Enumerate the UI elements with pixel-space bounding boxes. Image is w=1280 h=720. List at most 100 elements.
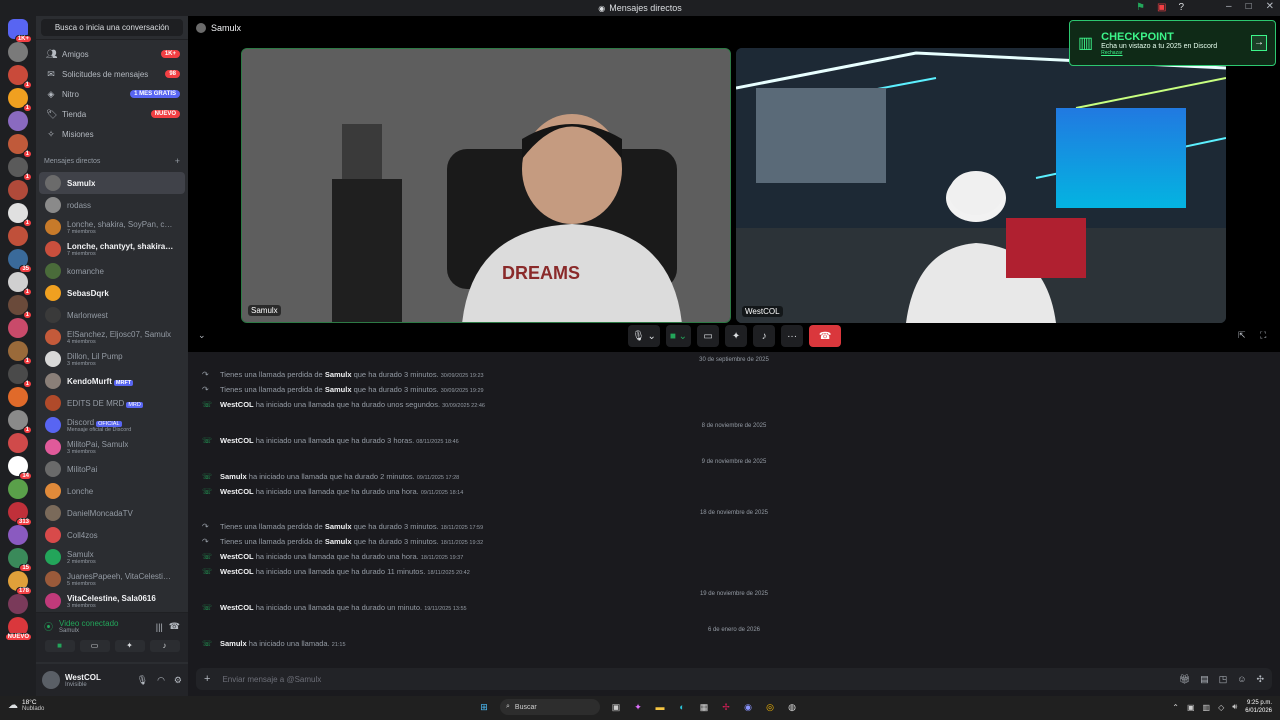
- call-log-user[interactable]: WestCOL: [220, 436, 254, 445]
- collapse-icon[interactable]: ⌄: [198, 330, 206, 341]
- call-log-user[interactable]: Samulx: [325, 537, 352, 546]
- screen-share-control[interactable]: ▭: [697, 325, 720, 347]
- gift-icon[interactable]: 🎁︎: [1179, 674, 1190, 685]
- call-log-user[interactable]: WestCOL: [220, 400, 254, 409]
- server-icon[interactable]: 35: [8, 249, 32, 273]
- gear-icon[interactable]: ⚙: [174, 675, 182, 686]
- obs-icon[interactable]: ◍: [786, 701, 798, 713]
- chrome-icon[interactable]: ◎: [764, 701, 776, 713]
- call-log-user[interactable]: WestCOL: [220, 552, 254, 561]
- dm-item[interactable]: Lonche, shakira, SoyPan, cha... 7 miembro…: [39, 216, 185, 238]
- server-icon[interactable]: 1K+: [8, 19, 32, 43]
- gif-icon[interactable]: ▤: [1200, 674, 1209, 685]
- server-icon[interactable]: [8, 42, 28, 62]
- nav-item-nitro[interactable]: ◈ Nitro 1 MES GRATIS: [36, 84, 188, 104]
- headphones-icon[interactable]: ◠: [157, 675, 165, 686]
- server-icon[interactable]: 14: [8, 456, 32, 480]
- task-view-icon[interactable]: ▣: [610, 701, 622, 713]
- inbox-icon[interactable]: ▣: [1157, 2, 1166, 13]
- server-icon[interactable]: 178: [8, 571, 32, 595]
- dm-item[interactable]: MilitoPai, Samulx 3 miembros: [39, 436, 185, 458]
- call-log-user[interactable]: Samulx: [325, 370, 352, 379]
- add-dm-icon[interactable]: +: [175, 156, 180, 166]
- nav-item-amigos[interactable]: 👥︎ Amigos 1K+: [36, 44, 188, 64]
- call-log-user[interactable]: WestCOL: [220, 487, 254, 496]
- dm-item[interactable]: Samulx: [39, 172, 185, 194]
- server-icon[interactable]: 15: [8, 548, 32, 572]
- popout-icon[interactable]: ⇱: [1238, 330, 1246, 341]
- dm-item[interactable]: Marlonwest: [39, 304, 185, 326]
- nav-item-tienda[interactable]: 🏷︎ Tienda NUEVO: [36, 104, 188, 124]
- dm-item[interactable]: rodass: [39, 194, 185, 216]
- dm-item[interactable]: Discord OFICIAL Mensaje oficial de Discord: [39, 414, 185, 436]
- call-log-user[interactable]: Samulx: [325, 522, 352, 531]
- call-log-user[interactable]: Samulx: [220, 639, 247, 648]
- volume-icon[interactable]: 🔊︎: [1232, 702, 1237, 712]
- dm-item[interactable]: MilitoPai: [39, 458, 185, 480]
- flag-icon[interactable]: ⚑: [1136, 2, 1145, 13]
- edge-icon[interactable]: ◐: [676, 701, 688, 713]
- file-explorer-icon[interactable]: ▬: [654, 701, 666, 713]
- server-icon[interactable]: [8, 525, 28, 545]
- close-button[interactable]: ✕: [1266, 1, 1274, 12]
- microphone-icon[interactable]: 🎙︎: [137, 675, 148, 686]
- discord-taskbar-icon[interactable]: ◉: [742, 701, 754, 713]
- server-icon[interactable]: 1: [8, 364, 32, 388]
- promo-go-button[interactable]: →: [1251, 35, 1267, 51]
- attach-icon[interactable]: +: [204, 673, 210, 685]
- disconnect-icon[interactable]: ☎: [169, 621, 180, 632]
- dm-item[interactable]: komanche: [39, 260, 185, 282]
- dm-item[interactable]: JuanesPapeeh, VitaCelestine,... 5 miembro…: [39, 568, 185, 590]
- soundboard-control[interactable]: ♪: [753, 325, 776, 347]
- fullscreen-icon[interactable]: ⛶: [1260, 330, 1266, 341]
- server-icon[interactable]: [8, 318, 28, 338]
- dm-item[interactable]: ElSanchez, Eljosc07, Samulx 4 miembros: [39, 326, 185, 348]
- server-icon[interactable]: [8, 226, 28, 246]
- server-icon[interactable]: [8, 180, 28, 200]
- dm-item[interactable]: Dillon, Lil Pump 3 miembros: [39, 348, 185, 370]
- dm-item[interactable]: Samulx 2 miembros: [39, 546, 185, 568]
- minimize-button[interactable]: –: [1226, 1, 1232, 12]
- network-icon[interactable]: ◇: [1218, 703, 1224, 712]
- voice-status[interactable]: Video conectado: [59, 619, 150, 628]
- server-icon[interactable]: [8, 479, 28, 499]
- server-icon[interactable]: [8, 111, 28, 131]
- weather-widget[interactable]: ☁ 18°C Nublado: [8, 699, 44, 712]
- server-icon[interactable]: 1: [8, 157, 32, 181]
- call-log-user[interactable]: WestCOL: [220, 603, 254, 612]
- tray-app-icon[interactable]: ▣: [1187, 703, 1195, 712]
- slack-icon[interactable]: ✢: [720, 701, 732, 713]
- server-icon[interactable]: 1: [8, 341, 32, 365]
- more-options-button[interactable]: ···: [781, 325, 804, 347]
- help-icon[interactable]: ?: [1178, 2, 1184, 13]
- apps-icon[interactable]: ✣: [1256, 674, 1264, 685]
- checkpoint-promo[interactable]: ▥ CHECKPOINT Echa un vistazo a tu 2025 e…: [1069, 20, 1276, 66]
- dm-item[interactable]: SebasDqrk: [39, 282, 185, 304]
- call-log-user[interactable]: Samulx: [325, 385, 352, 394]
- voice-channel[interactable]: Samulx: [59, 628, 150, 634]
- server-icon[interactable]: 1: [8, 88, 32, 112]
- activities-button[interactable]: ✦: [114, 640, 145, 652]
- taskbar-search[interactable]: ⌕ Buscar: [500, 699, 600, 715]
- server-icon[interactable]: 1: [8, 272, 32, 296]
- noise-icon[interactable]: |||: [156, 622, 163, 632]
- promo-dismiss[interactable]: Rechazar: [1101, 50, 1217, 56]
- dm-item[interactable]: Lonche: [39, 480, 185, 502]
- server-icon[interactable]: 1: [8, 203, 32, 227]
- end-call-button[interactable]: ☎: [809, 325, 842, 347]
- nav-item-solicitudes[interactable]: ✉ Solicitudes de mensajes 98: [36, 64, 188, 84]
- dm-item[interactable]: Lonche, chantyyt, shakira, Sa... 7 miembr…: [39, 238, 185, 260]
- clock[interactable]: 9:25 p.m. 6/01/2026: [1245, 699, 1272, 715]
- server-icon[interactable]: 1: [8, 295, 32, 319]
- screen-share-button[interactable]: ▭: [79, 640, 110, 652]
- activities-control[interactable]: ✦: [725, 325, 748, 347]
- server-icon[interactable]: [8, 433, 28, 453]
- server-icon[interactable]: NUEVO: [4, 617, 32, 641]
- call-log-user[interactable]: Samulx: [220, 472, 247, 481]
- server-icon[interactable]: [8, 387, 28, 407]
- message-input[interactable]: Enviar mensaje a @Samulx: [222, 675, 1166, 684]
- dm-item[interactable]: KendoMurft MRFT: [39, 370, 185, 392]
- video-toggle-button[interactable]: ■ ⌄: [665, 325, 692, 347]
- dm-search-button[interactable]: Busca o inicia una conversación: [41, 19, 183, 36]
- tray-app-icon-2[interactable]: ▥: [1203, 703, 1211, 712]
